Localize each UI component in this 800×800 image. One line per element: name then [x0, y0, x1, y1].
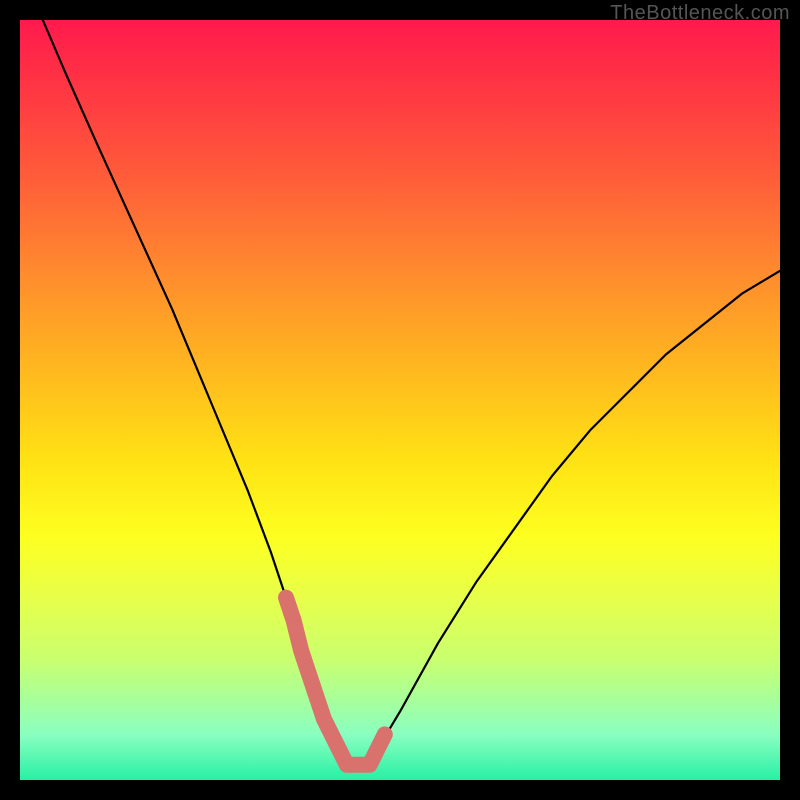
optimal-zone-highlight	[286, 598, 385, 765]
chart-frame: TheBottleneck.com	[0, 0, 800, 800]
chart-plot-area	[20, 20, 780, 780]
chart-svg	[20, 20, 780, 780]
bottleneck-curve-line	[43, 20, 780, 765]
